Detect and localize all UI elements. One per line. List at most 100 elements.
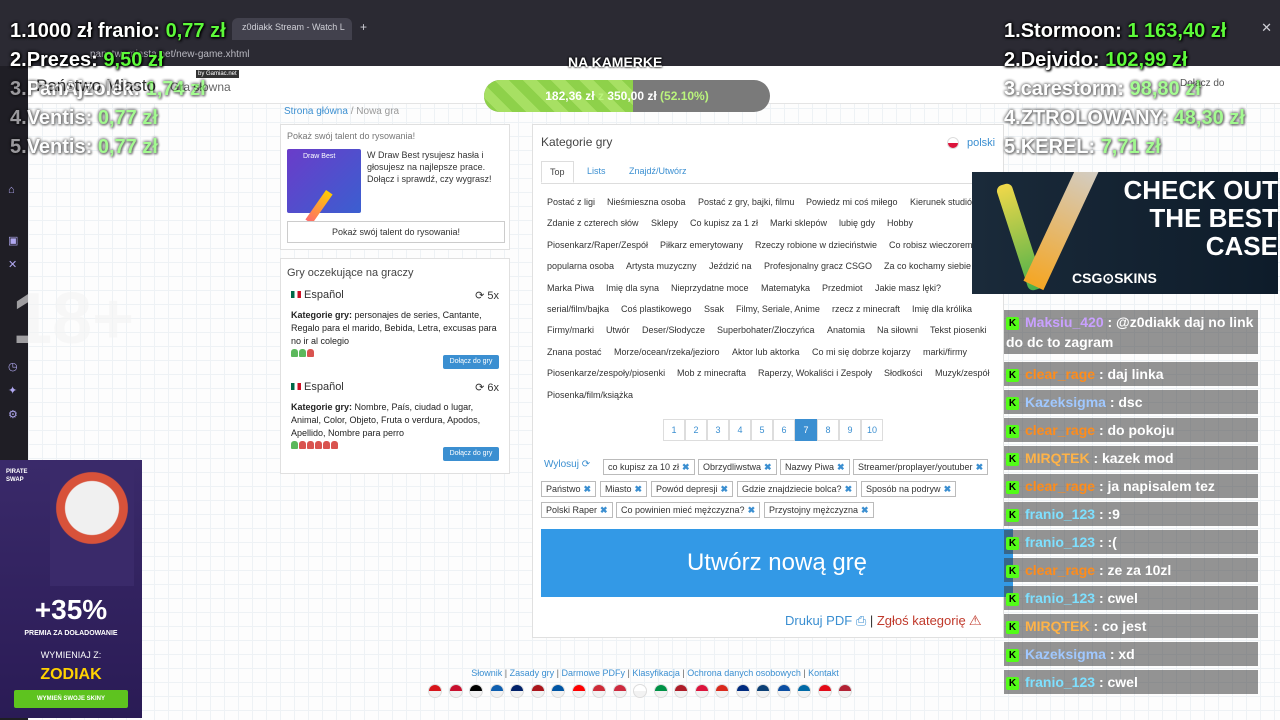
- category-link[interactable]: Rzeczy robione w dzieciństwie: [755, 240, 877, 250]
- join-game-button[interactable]: Dołącz do gry: [443, 447, 499, 461]
- category-link[interactable]: Artysta muzyczny: [626, 261, 697, 271]
- category-link[interactable]: Profesjonalny gracz CSGO: [764, 261, 872, 271]
- profile-icon[interactable]: ⌂: [8, 184, 20, 196]
- category-link[interactable]: Matematyka: [761, 283, 810, 293]
- category-link[interactable]: Postać z gry, bajki, filmu: [698, 197, 794, 207]
- remove-icon[interactable]: ✖: [600, 505, 608, 515]
- category-link[interactable]: Anatomia: [827, 325, 865, 335]
- tab-top[interactable]: Top: [541, 161, 574, 183]
- category-link[interactable]: Filmy, Seriale, Anime: [736, 304, 820, 314]
- chat-username[interactable]: MIRQTEK: [1025, 618, 1093, 634]
- page-button[interactable]: 3: [707, 419, 729, 441]
- category-link[interactable]: Morze/ocean/rzeka/jezioro: [614, 347, 720, 357]
- url-bar[interactable]: panstwamiasta.net/new-game.xhtml: [80, 46, 920, 64]
- selected-category-chip[interactable]: Nazwy Piwa ✖: [780, 459, 850, 475]
- category-link[interactable]: Superbohater/Złoczyńca: [717, 325, 815, 335]
- chat-username[interactable]: franio_123: [1025, 534, 1099, 550]
- category-link[interactable]: Imię dla syna: [606, 283, 659, 293]
- chat-username[interactable]: Kazeksigma: [1025, 646, 1110, 662]
- category-link[interactable]: Piłkarz emerytowany: [660, 240, 743, 250]
- language-flag-icon[interactable]: [469, 684, 483, 698]
- x-icon[interactable]: ✕: [8, 258, 20, 271]
- extensions-icon[interactable]: ✦: [8, 384, 20, 397]
- category-link[interactable]: rzecz z minecraft: [832, 304, 900, 314]
- browser-tab[interactable]: z0diakk Stream - Watch L: [232, 18, 352, 40]
- ad-button[interactable]: WYMIEŃ SWOJE SKINY: [14, 690, 128, 708]
- chat-username[interactable]: Maksiu_420: [1025, 314, 1108, 330]
- category-link[interactable]: Nieśmieszna osoba: [607, 197, 686, 207]
- settings-icon[interactable]: ⚙: [8, 408, 20, 421]
- remove-icon[interactable]: ✖: [837, 462, 845, 472]
- language-flag-icon[interactable]: [756, 684, 770, 698]
- category-link[interactable]: marki/firmy: [923, 347, 967, 357]
- category-link[interactable]: popularna osoba: [547, 261, 614, 271]
- category-link[interactable]: Marki sklepów: [770, 218, 827, 228]
- category-link[interactable]: Przedmiot: [822, 283, 863, 293]
- join-game-button[interactable]: Dołącz do gry: [443, 355, 499, 369]
- category-link[interactable]: Znana postać: [547, 347, 602, 357]
- selected-category-chip[interactable]: Obrzydliwstwa ✖: [698, 459, 777, 475]
- page-button[interactable]: 6: [773, 419, 795, 441]
- category-link[interactable]: Sklepy: [651, 218, 678, 228]
- remove-icon[interactable]: ✖: [976, 462, 984, 472]
- category-link[interactable]: Kierunek studiów: [910, 197, 979, 207]
- language-flag-icon[interactable]: [592, 684, 606, 698]
- remove-icon[interactable]: ✖: [584, 484, 592, 494]
- category-link[interactable]: Imię dla królika: [912, 304, 972, 314]
- selected-category-chip[interactable]: Co powinien mieć mężczyzna? ✖: [616, 502, 761, 518]
- remove-icon[interactable]: ✖: [861, 505, 869, 515]
- category-link[interactable]: Słodkości: [884, 368, 923, 378]
- selected-category-chip[interactable]: Gdzie znajdziecie bolca? ✖: [737, 480, 858, 497]
- breadcrumb-home[interactable]: Strona główna: [284, 106, 348, 117]
- page-button[interactable]: 5: [751, 419, 773, 441]
- category-link[interactable]: Za co kochamy siebie: [884, 261, 971, 271]
- page-button[interactable]: 7: [795, 419, 817, 441]
- language-flag-icon[interactable]: [735, 684, 750, 698]
- page-button[interactable]: 4: [729, 419, 751, 441]
- category-link[interactable]: Piosenka/film/książka: [547, 390, 633, 400]
- category-link[interactable]: Postać z ligi: [547, 197, 595, 207]
- language-flag-icon[interactable]: [817, 684, 832, 698]
- remove-icon[interactable]: ✖: [944, 484, 952, 494]
- selected-category-chip[interactable]: Państwo ✖: [541, 480, 597, 497]
- chat-username[interactable]: franio_123: [1025, 674, 1099, 690]
- report-category-link[interactable]: Zgłoś kategorię ⚠: [877, 613, 981, 628]
- selected-category-chip[interactable]: Streamer/proplayer/youtuber ✖: [853, 459, 989, 475]
- language-flag-icon[interactable]: [489, 684, 504, 698]
- category-link[interactable]: Firmy/marki: [547, 325, 594, 335]
- chat-username[interactable]: franio_123: [1025, 590, 1099, 606]
- language-flag-icon[interactable]: [653, 684, 668, 698]
- tab-lists[interactable]: Lists: [579, 161, 614, 183]
- page-button[interactable]: 1: [663, 419, 685, 441]
- chat-username[interactable]: clear_rage: [1025, 478, 1099, 494]
- category-link[interactable]: Coś plastikowego: [621, 304, 692, 314]
- history-icon[interactable]: ◷: [8, 360, 20, 373]
- category-link[interactable]: Co robisz wieczorem: [889, 240, 973, 250]
- create-game-button[interactable]: Utwórz nową grę: [541, 529, 1013, 597]
- page-button[interactable]: 2: [685, 419, 707, 441]
- footer-link[interactable]: Kontakt: [808, 668, 839, 678]
- footer-link[interactable]: Zasady gry: [510, 668, 555, 678]
- remove-icon[interactable]: ✖: [682, 462, 690, 472]
- page-button[interactable]: 10: [861, 419, 883, 441]
- remove-icon[interactable]: ✖: [764, 462, 772, 472]
- twitch-icon[interactable]: ▣: [8, 234, 20, 247]
- category-link[interactable]: Zdanie z czterech słów: [547, 218, 639, 228]
- language-flag-icon[interactable]: [571, 684, 586, 698]
- print-pdf-link[interactable]: Drukuj PDF ⎙: [785, 613, 866, 628]
- category-link[interactable]: Co kupisz za 1 zł: [690, 218, 758, 228]
- category-link[interactable]: Co mi się dobrze kojarzy: [812, 347, 911, 357]
- close-icon[interactable]: ✕: [1261, 20, 1272, 36]
- category-link[interactable]: Powiedz mi coś miłego: [806, 197, 898, 207]
- category-link[interactable]: Raperzy, Wokaliści i Zespoły: [758, 368, 872, 378]
- selected-category-chip[interactable]: Powód depresji ✖: [651, 480, 734, 497]
- category-link[interactable]: Jeździć na: [709, 261, 752, 271]
- language-flag-icon[interactable]: [510, 684, 524, 698]
- csgoskins-ad[interactable]: CHECK OUT THE BEST CASE CSG⊙SKINS: [972, 172, 1278, 294]
- chat-username[interactable]: Kazeksigma: [1025, 394, 1110, 410]
- category-link[interactable]: Na siłowni: [877, 325, 918, 335]
- footer-link[interactable]: Ochrona danych osobowych: [687, 668, 801, 678]
- pirateswap-ad[interactable]: PIRATE SWAP +35% PREMIA ZA DOŁADOWANIE W…: [0, 460, 142, 718]
- language-flag-icon[interactable]: [776, 684, 791, 698]
- category-link[interactable]: Utwór: [606, 325, 630, 335]
